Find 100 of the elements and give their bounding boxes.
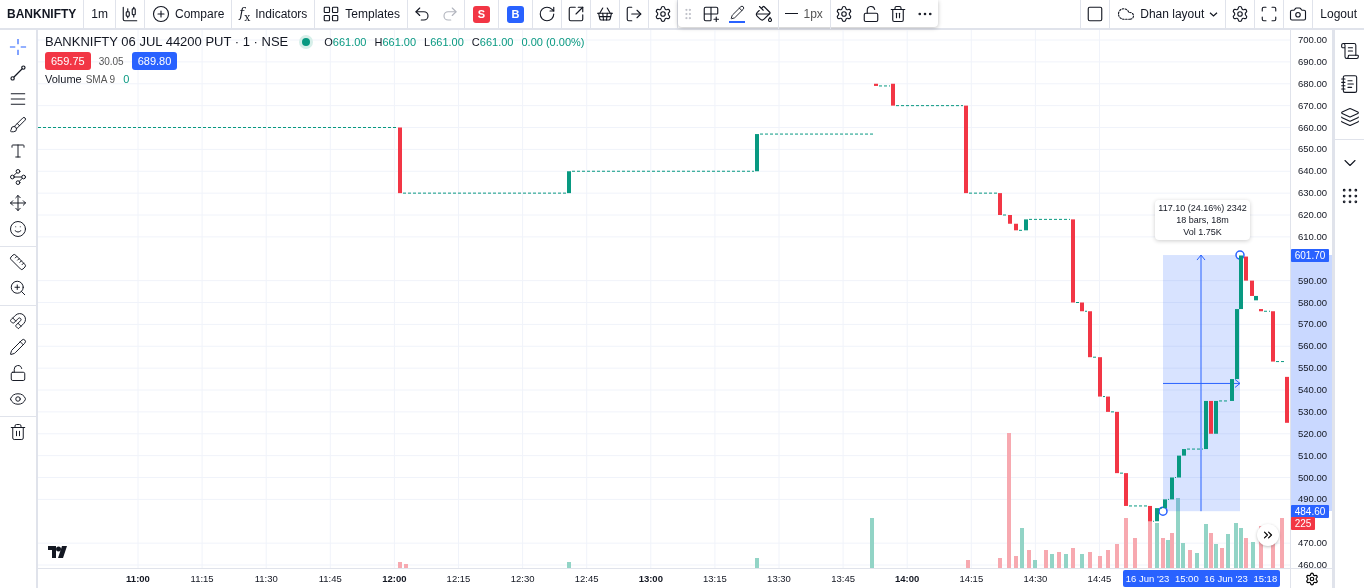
candle (1124, 473, 1128, 506)
candle (1170, 477, 1174, 500)
buy-price-button[interactable]: 689.80 (131, 52, 178, 70)
price-tick: 530.00 (1297, 405, 1327, 418)
dashed-price-line (895, 105, 964, 107)
volume-bar (998, 558, 1002, 568)
volume-bar (1027, 550, 1031, 568)
cloud-icon (1117, 5, 1136, 23)
templates-button[interactable]: Templates (315, 0, 407, 28)
price-tick: 610.00 (1297, 230, 1327, 243)
time-tick: 12:30 (510, 573, 535, 584)
dashed-price-line (1128, 505, 1148, 507)
price-tick: 700.00 (1297, 34, 1327, 46)
volume-bar (1014, 556, 1018, 568)
volume-bar (1080, 554, 1084, 568)
time-tick: 12:15 (446, 573, 471, 584)
candle (1106, 396, 1110, 412)
layout-button[interactable]: Dhan layout (1110, 0, 1226, 28)
candle (1080, 302, 1084, 312)
time-tick: 11:30 (254, 573, 278, 584)
time-tick: 14:30 (1023, 573, 1048, 584)
volume-bar (404, 564, 408, 568)
price-label: 225 (1291, 517, 1315, 531)
paint-bucket-icon (755, 4, 774, 23)
price-tick: 550.00 (1297, 362, 1327, 375)
indicators-button[interactable]: f$_{x}$ Indicators (232, 0, 315, 28)
price-tick: 630.00 (1297, 187, 1327, 200)
time-tick: 13:30 (767, 573, 791, 584)
volume-bar (1106, 550, 1110, 568)
time-label: 15:18 (1253, 573, 1278, 584)
buy-button[interactable]: B (507, 5, 524, 23)
pencil-icon (729, 4, 745, 20)
ohlc-value: L661.00 (424, 35, 464, 48)
dashed-price-line (1159, 507, 1163, 509)
candle (1014, 223, 1018, 231)
candle (1259, 309, 1263, 312)
sell-button[interactable]: S (473, 5, 490, 23)
volume-bar (755, 558, 759, 568)
price-tick: 490.00 (1297, 493, 1327, 506)
status-dot-icon (302, 37, 311, 46)
dashed-price-line (1018, 229, 1024, 231)
volume-bar (1071, 548, 1075, 568)
dashed-price-line (1263, 310, 1271, 312)
candle (1008, 215, 1012, 224)
line-width-button[interactable]: 1px (778, 0, 830, 28)
time-label: 15:00 (1174, 573, 1199, 584)
price-tick: 520.00 (1297, 427, 1327, 440)
price-tick: 510.00 (1297, 449, 1327, 462)
time-label: 16 Jun '23 (1204, 573, 1248, 584)
time-tick: 12:00 (382, 573, 407, 584)
dashed-price-line (1110, 411, 1115, 413)
compare-button[interactable]: Compare (145, 0, 232, 28)
candle (1155, 508, 1159, 522)
price-tick: 680.00 (1297, 77, 1327, 90)
logo-icon (48, 546, 67, 558)
volume-bar (1226, 534, 1230, 568)
volume-bar (966, 560, 970, 568)
time-tick: 14:00 (895, 573, 920, 584)
price-tick: 690.00 (1297, 55, 1327, 68)
volume-params: SMA 9 (85, 73, 116, 85)
volume-bar (398, 562, 402, 568)
volume-bar (1020, 528, 1024, 568)
dashed-price-line (1028, 218, 1071, 220)
dashed-price-line (1084, 310, 1088, 312)
price-tick: 500.00 (1297, 471, 1327, 484)
interval-button[interactable]: 1m (84, 0, 115, 28)
volume-bar (1251, 542, 1255, 568)
volume-bar (1124, 518, 1128, 568)
volume-bar (1115, 544, 1119, 568)
candle (998, 193, 1002, 215)
price-tick: 470.00 (1297, 537, 1327, 550)
time-label: 16 Jun '23 (1125, 573, 1170, 584)
scroll-right-button[interactable] (1257, 524, 1279, 546)
price-tick: 540.00 (1297, 384, 1327, 396)
logout-button[interactable]: Logout (1313, 0, 1364, 28)
settings-icon[interactable] (1290, 568, 1332, 588)
candle (755, 134, 759, 172)
volume-bar (1155, 523, 1159, 568)
dashed-price-line (1174, 477, 1177, 478)
volume-bar (1220, 548, 1224, 568)
dashed-price-line (1218, 400, 1230, 402)
dashed-price-line (1186, 448, 1204, 450)
candle (1271, 311, 1275, 362)
time-tick: 11:45 (318, 573, 342, 584)
time-tick: 13:15 (703, 573, 727, 584)
time-tick: 11:15 (190, 573, 214, 584)
dashed-price-line (1119, 472, 1124, 474)
circle-plus-icon (152, 5, 170, 23)
symbol-title: BANKNIFTY 06 JUL 44200 PUT · 1 · NSE (45, 34, 289, 49)
symbol-button[interactable]: BANKNIFTY (0, 0, 84, 28)
volume-label: Volume (45, 73, 82, 85)
volume-bar (1050, 554, 1054, 568)
price-tick: 650.00 (1297, 143, 1327, 156)
volume-bar (567, 562, 571, 568)
volume-bar (1188, 550, 1192, 568)
dashed-price-line (878, 85, 891, 87)
volume-bar (1044, 550, 1048, 568)
sell-price-button[interactable]: 659.75 (45, 52, 91, 70)
line-icon (785, 13, 799, 14)
volume-bar (1088, 552, 1092, 568)
